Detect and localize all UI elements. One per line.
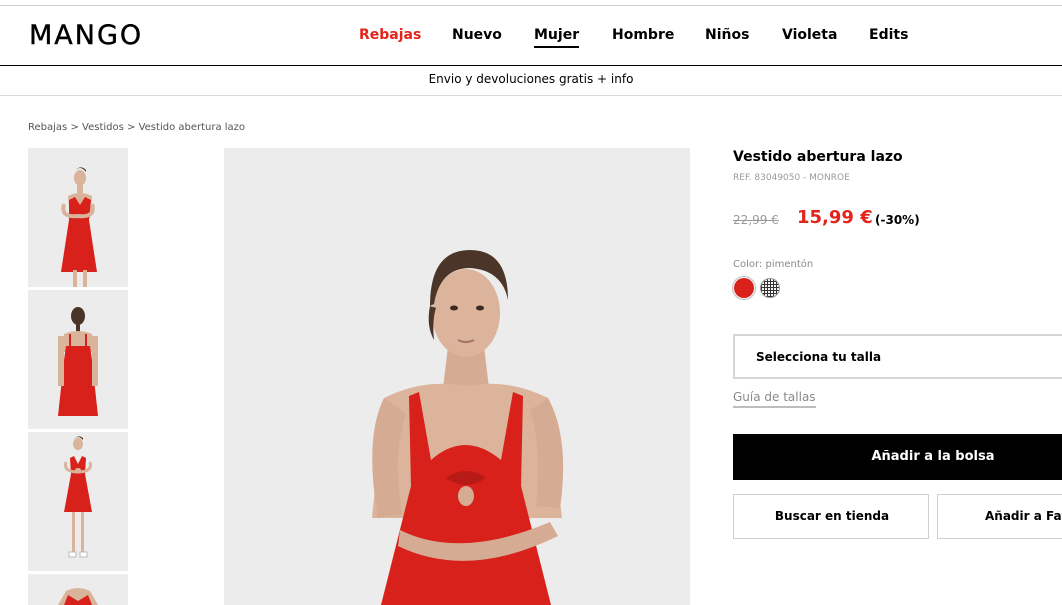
model-detail-image [28, 574, 128, 605]
product-reference: REF. 83049050 - MONROE [733, 173, 850, 183]
breadcrumb: Rebajas > Vestidos > Vestido abertura la… [28, 121, 245, 135]
discount-badge: (-30%) [875, 213, 920, 227]
breadcrumb-separator: > [70, 122, 79, 133]
thumbnail-front[interactable] [28, 148, 128, 287]
breadcrumb-rebajas[interactable]: Rebajas [28, 122, 67, 133]
nav-item-rebajas[interactable]: Rebajas [359, 26, 421, 44]
main-nav: Rebajas Nuevo Mujer Hombre Niños Violeta… [0, 6, 1062, 66]
thumbnail-back[interactable] [28, 290, 128, 429]
add-to-bag-button[interactable]: Añadir a la bolsa [733, 434, 1062, 480]
find-in-store-button[interactable]: Buscar en tienda [733, 494, 929, 539]
product-title: Vestido abertura lazo [733, 149, 903, 165]
thumbnail-full-length[interactable] [28, 432, 128, 571]
color-label: Color: pimentón [733, 259, 814, 270]
thumbnail-detail[interactable] [28, 574, 128, 605]
add-to-favorites-button[interactable]: Añadir a Favo [937, 494, 1062, 539]
add-to-bag-label: Añadir a la bolsa [871, 449, 995, 464]
size-selector[interactable]: Selecciona tu talla [733, 334, 1062, 379]
model-front-image [28, 148, 128, 287]
sale-price: 15,99 € [797, 207, 873, 228]
promo-text: Envio y devoluciones gratis [428, 72, 594, 86]
nav-item-violeta[interactable]: Violeta [782, 26, 837, 44]
size-selector-label: Selecciona tu talla [756, 350, 882, 364]
model-full-image [28, 432, 128, 571]
nav-item-nuevo[interactable]: Nuevo [452, 26, 502, 44]
find-in-store-label: Buscar en tienda [774, 509, 890, 523]
size-guide-link[interactable]: Guía de tallas [733, 389, 816, 408]
nav-item-mujer[interactable]: Mujer [534, 26, 580, 48]
promo-info-link[interactable]: + info [597, 72, 633, 86]
nav-item-ninos[interactable]: Niños [705, 26, 749, 44]
original-price: 22,99 € [733, 213, 779, 227]
site-header: MANGO Rebajas Nuevo Mujer Hombre Niños V… [0, 6, 1062, 66]
main-product-image[interactable] [224, 148, 690, 605]
promo-bar: Envio y devoluciones gratis + info [0, 66, 1062, 96]
nav-item-hombre[interactable]: Hombre [612, 26, 674, 44]
model-back-image [28, 290, 128, 429]
model-main-photo [224, 148, 690, 605]
breadcrumb-separator: > [127, 122, 136, 133]
breadcrumb-vestidos[interactable]: Vestidos [82, 122, 124, 133]
gingham-swatch[interactable] [760, 278, 780, 298]
add-to-favorites-label: Añadir a Favo [985, 509, 1062, 523]
nav-item-edits[interactable]: Edits [869, 26, 908, 44]
red-swatch[interactable] [734, 278, 754, 298]
breadcrumb-current: Vestido abertura lazo [138, 122, 246, 133]
